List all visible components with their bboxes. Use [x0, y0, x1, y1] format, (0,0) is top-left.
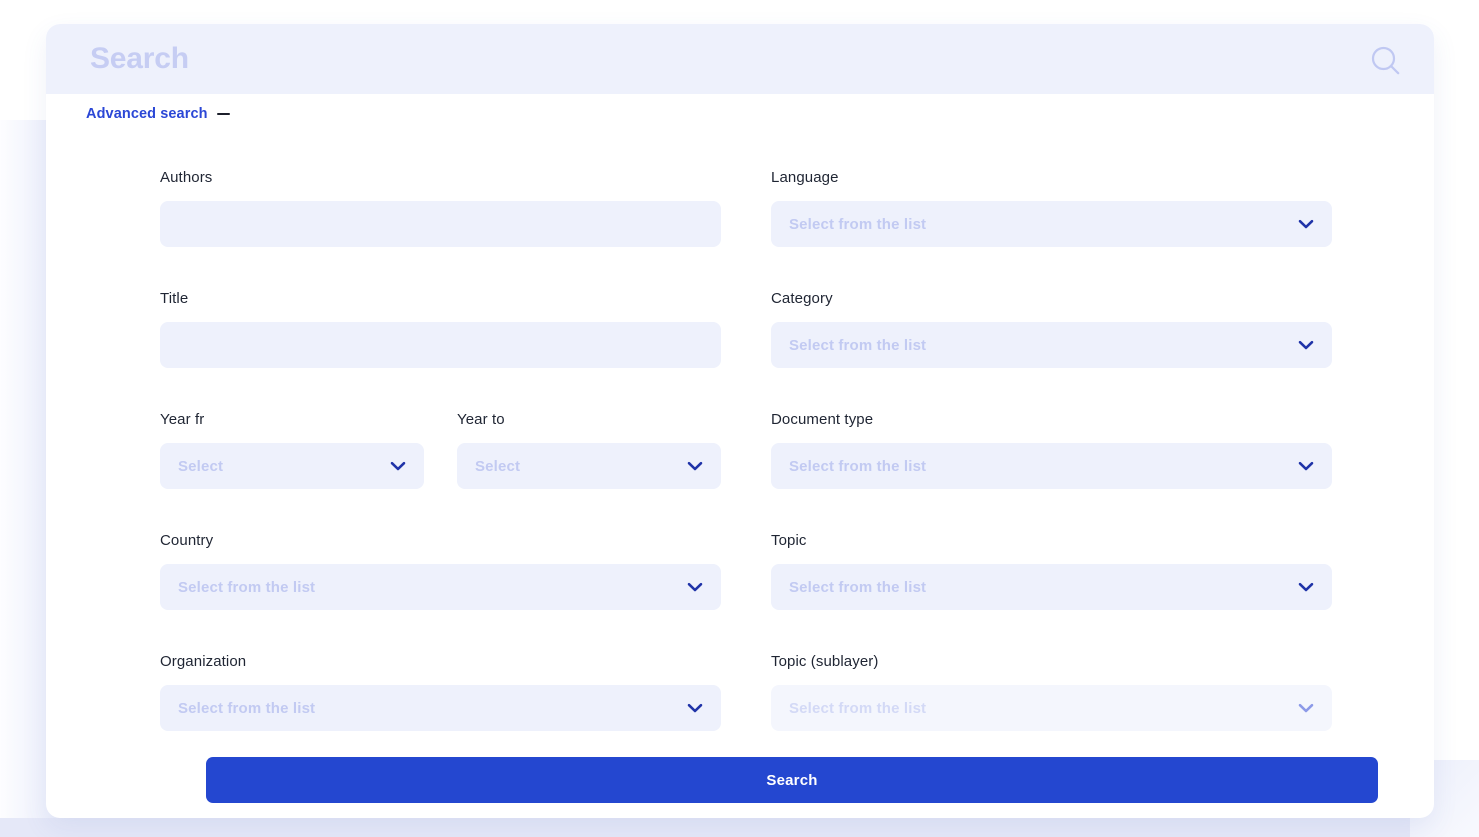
form-column-right: Category Select from the list — [771, 291, 1332, 368]
form-column-left: Country Select from the list — [160, 533, 721, 610]
advanced-search-form: Authors Language Select from the list — [160, 170, 1332, 731]
advanced-search-toggle[interactable]: Advanced search — [86, 106, 230, 122]
form-column-right: Topic (sublayer) Select from the list — [771, 654, 1332, 731]
advanced-search-label: Advanced search — [86, 106, 208, 122]
label-category: Category — [771, 291, 1332, 322]
organization-select-value: Select from the list — [178, 700, 315, 717]
form-column-left: Authors — [160, 170, 721, 247]
form-row: Year fr Select Year t — [160, 412, 1332, 489]
form-row: Authors Language Select from the list — [160, 170, 1332, 247]
chevron-down-icon — [685, 456, 705, 476]
country-select[interactable]: Select from the list — [160, 564, 721, 610]
label-topic: Topic — [771, 533, 1332, 564]
form-row: Title Category Select from the list — [160, 291, 1332, 368]
form-column-left: Year fr Select Year t — [160, 412, 721, 489]
form-column-left: Title — [160, 291, 721, 368]
field-year-to: Year to Select — [457, 412, 721, 489]
row-gap — [160, 632, 1332, 654]
label-document-type: Document type — [771, 412, 1332, 443]
form-row: Country Select from the list — [160, 533, 1332, 610]
field-topic: Topic Select from the list — [771, 533, 1332, 610]
row-gap — [160, 489, 1332, 511]
chevron-down-icon — [1296, 214, 1316, 234]
language-select[interactable]: Select from the list — [771, 201, 1332, 247]
search-input[interactable] — [88, 36, 1322, 82]
form-column-left: Organization Select from the list — [160, 654, 721, 731]
row-gap — [160, 610, 1332, 632]
chevron-down-icon — [388, 456, 408, 476]
form-column-right: Document type Select from the list — [771, 412, 1332, 489]
label-title: Title — [160, 291, 721, 322]
chevron-down-icon — [1296, 456, 1316, 476]
field-document-type: Document type Select from the list — [771, 412, 1332, 489]
label-language: Language — [771, 170, 1332, 201]
year-from-select[interactable]: Select — [160, 443, 424, 489]
page-root: Advanced search Authors Language Selec — [0, 0, 1479, 837]
category-select-value: Select from the list — [789, 337, 926, 354]
label-year-from: Year fr — [160, 412, 424, 443]
label-topic-sublayer: Topic (sublayer) — [771, 654, 1332, 685]
document-type-select[interactable]: Select from the list — [771, 443, 1332, 489]
chevron-down-icon — [1296, 577, 1316, 597]
row-gap — [160, 269, 1332, 291]
title-input[interactable] — [160, 322, 721, 368]
field-authors: Authors — [160, 170, 721, 247]
topic-select[interactable]: Select from the list — [771, 564, 1332, 610]
form-column-right: Language Select from the list — [771, 170, 1332, 247]
chevron-down-icon — [685, 698, 705, 718]
organization-select[interactable]: Select from the list — [160, 685, 721, 731]
language-select-value: Select from the list — [789, 216, 926, 233]
label-authors: Authors — [160, 170, 721, 201]
chevron-down-icon — [1296, 335, 1316, 355]
page-background-bottom — [0, 818, 1479, 837]
search-card: Advanced search Authors Language Selec — [46, 24, 1434, 818]
authors-input[interactable] — [160, 201, 721, 247]
year-to-select[interactable]: Select — [457, 443, 721, 489]
row-gap — [160, 368, 1332, 390]
chevron-down-icon — [1296, 698, 1316, 718]
search-submit-button[interactable]: Search — [206, 757, 1378, 803]
field-title: Title — [160, 291, 721, 368]
topic-select-value: Select from the list — [789, 579, 926, 596]
topic-sublayer-select-value: Select from the list — [789, 700, 926, 717]
year-range-group: Year fr Select Year t — [160, 412, 721, 489]
label-year-to: Year to — [457, 412, 721, 443]
row-gap — [160, 390, 1332, 412]
field-year-from: Year fr Select — [160, 412, 424, 489]
row-gap — [160, 247, 1332, 269]
row-gap — [160, 511, 1332, 533]
topic-sublayer-select[interactable]: Select from the list — [771, 685, 1332, 731]
field-category: Category Select from the list — [771, 291, 1332, 368]
form-row: Organization Select from the list — [160, 654, 1332, 731]
category-select[interactable]: Select from the list — [771, 322, 1332, 368]
search-icon[interactable] — [1366, 41, 1406, 81]
form-column-right: Topic Select from the list — [771, 533, 1332, 610]
submit-row: Search — [206, 757, 1378, 803]
field-organization: Organization Select from the list — [160, 654, 721, 731]
country-select-value: Select from the list — [178, 579, 315, 596]
search-bar — [46, 24, 1434, 94]
year-from-select-value: Select — [178, 458, 223, 475]
label-country: Country — [160, 533, 721, 564]
minus-icon — [217, 113, 230, 116]
field-topic-sublayer: Topic (sublayer) Select from the list — [771, 654, 1332, 731]
year-to-select-value: Select — [475, 458, 520, 475]
field-language: Language Select from the list — [771, 170, 1332, 247]
document-type-select-value: Select from the list — [789, 458, 926, 475]
chevron-down-icon — [685, 577, 705, 597]
label-organization: Organization — [160, 654, 721, 685]
field-country: Country Select from the list — [160, 533, 721, 610]
